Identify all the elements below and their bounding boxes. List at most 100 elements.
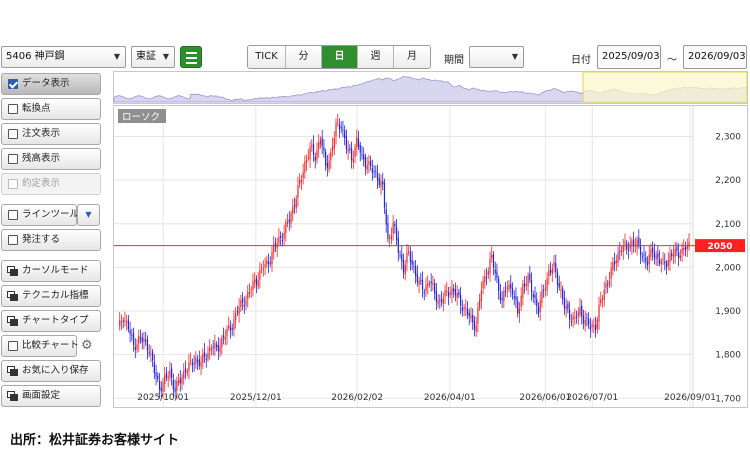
execution-display-label: 約定表示 — [22, 178, 61, 189]
candle-body — [530, 280, 533, 293]
candle-body — [406, 252, 408, 264]
candle-body — [259, 269, 261, 280]
tab-day[interactable]: 日 — [322, 46, 358, 68]
candle-body — [288, 219, 290, 223]
gear-icon[interactable]: ⚙ — [81, 339, 95, 353]
candle-body — [678, 251, 680, 258]
candle-body — [222, 335, 225, 338]
candle-body — [280, 235, 282, 238]
navigator-range[interactable] — [582, 71, 748, 104]
candle-body — [233, 319, 235, 331]
candle-body — [380, 181, 382, 187]
candle-body — [553, 261, 555, 267]
candle-body — [613, 261, 616, 265]
symbol-select[interactable]: 5406 神戸鋼 ▼ — [1, 46, 126, 68]
candle-body — [643, 254, 645, 256]
candle-body — [120, 322, 123, 324]
candle-body — [207, 352, 209, 359]
candle-body — [577, 312, 579, 317]
list-button[interactable] — [180, 46, 202, 68]
candle-body — [622, 245, 624, 252]
favorite-save-button[interactable]: お気に入り保存 — [1, 360, 101, 382]
candle-body — [475, 325, 477, 332]
tab-month[interactable]: 月 — [394, 46, 430, 68]
list-icon-line — [186, 57, 197, 59]
technical-indicator-button[interactable]: テクニカル指標 — [1, 285, 101, 307]
compare-chart-toggle[interactable]: 比較チャート — [1, 335, 79, 357]
balance-display-toggle[interactable]: 残高表示 — [1, 148, 101, 170]
period-select[interactable]: ▼ — [469, 46, 524, 68]
place-order-toggle[interactable]: 発注する — [1, 229, 101, 251]
candle-body — [127, 319, 129, 330]
screen-settings-button[interactable]: 画面設定 — [1, 385, 101, 407]
candle-body — [434, 283, 436, 294]
candle-body — [660, 261, 662, 264]
candle-body — [484, 276, 486, 283]
candle-body — [658, 258, 661, 264]
candle-body — [122, 320, 124, 322]
cursor-mode-button[interactable]: カーソルモード — [1, 260, 101, 282]
candle-body — [352, 158, 354, 163]
candle-body — [143, 338, 145, 342]
candle-body — [489, 258, 491, 274]
candle-body — [183, 370, 185, 379]
candle-body — [423, 291, 425, 294]
candle-body — [639, 245, 642, 256]
series-label: ローソク — [122, 112, 160, 123]
market-select[interactable]: 東証 ▼ — [131, 46, 175, 68]
chart-type-button[interactable]: チャートタイプ — [1, 310, 101, 332]
line-tool-toggle[interactable]: ラインツール — [1, 204, 79, 226]
candle-body — [299, 179, 301, 185]
date-to-value: 2026/09/03 — [688, 51, 746, 62]
tab-week[interactable]: 週 — [358, 46, 394, 68]
candle-body — [364, 157, 367, 168]
order-display-label: 注文表示 — [22, 128, 61, 139]
candle-body — [385, 209, 387, 225]
candle-body — [593, 325, 595, 327]
candle-body — [470, 315, 472, 319]
candle-body — [290, 213, 292, 224]
x-tick-label: 2025/10/01 — [137, 393, 189, 403]
candle-body — [581, 305, 583, 317]
candle-body — [596, 319, 598, 329]
checkbox-icon — [8, 210, 18, 220]
candle-body — [473, 320, 476, 330]
candle-body — [146, 338, 149, 351]
candle-body — [264, 264, 266, 268]
candle-body — [584, 319, 586, 326]
candle-body — [416, 273, 418, 283]
candle-body — [345, 135, 348, 150]
candle-body — [565, 305, 567, 310]
candle-body — [247, 292, 249, 299]
candle-body — [594, 324, 597, 331]
candle-body — [671, 252, 673, 257]
candle-body — [262, 268, 264, 270]
line-tool-dropdown[interactable]: ▼ — [77, 204, 100, 226]
turning-point-label: 転換点 — [22, 103, 51, 114]
candle-body — [537, 306, 540, 315]
candle-body — [305, 160, 308, 163]
date-to-input[interactable]: 2026/09/03 — [683, 45, 747, 69]
candle-body — [357, 138, 360, 147]
candle-body — [524, 283, 526, 287]
candle-body — [626, 243, 628, 250]
candle-body — [624, 242, 626, 244]
turning-point-toggle[interactable]: 転換点 — [1, 98, 101, 120]
candle-body — [132, 333, 135, 346]
candle-body — [582, 315, 585, 324]
tab-minute[interactable]: 分 — [286, 46, 322, 68]
candle-body — [662, 259, 664, 261]
data-display-toggle[interactable]: データ表示 — [1, 73, 101, 95]
candle-body — [541, 290, 543, 303]
candle-body — [155, 372, 157, 377]
date-from-input[interactable]: 2025/09/03 — [597, 45, 661, 69]
price-chart[interactable]: 2050 2,300 2,200 2,100 2,000 1,900 1,800 1,700… — [113, 71, 748, 409]
candle-body — [645, 257, 647, 262]
candle-body — [157, 375, 159, 380]
candle-body — [295, 198, 297, 209]
tab-tick[interactable]: TICK — [248, 46, 286, 68]
order-display-toggle[interactable]: 注文表示 — [1, 123, 101, 145]
candle-body — [480, 290, 482, 302]
candle-body — [356, 137, 358, 148]
candle-body — [250, 289, 252, 291]
